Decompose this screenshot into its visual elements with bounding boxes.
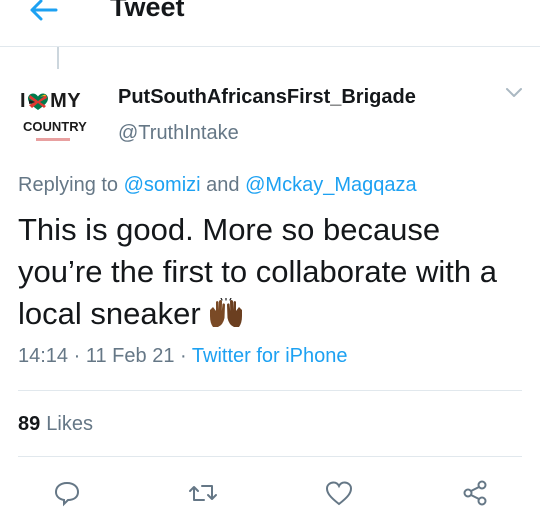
tweet-source-link[interactable]: Twitter for iPhone (192, 345, 348, 367)
avatar-logo-subtext: COUNTRY (23, 119, 87, 134)
tweet-meta: 14:14 · 11 Feb 21 · Twitter for iPhone (18, 345, 348, 368)
tweet-text: This is good. More so because you’re the… (18, 212, 498, 331)
heart-flag-icon (28, 93, 49, 110)
reply-icon[interactable] (52, 478, 82, 508)
page-title: Tweet (110, 0, 185, 22)
likes-stat[interactable]: 89 Likes (18, 413, 93, 436)
avatar-logo-letter: I (20, 90, 27, 112)
tweet-date: 11 Feb 21 (85, 345, 175, 367)
thread-connector (57, 47, 59, 69)
chevron-down-icon[interactable] (505, 87, 523, 99)
meta-separator: · (180, 345, 187, 367)
mention-link[interactable]: @Mckay_Magqaza (245, 174, 416, 196)
divider (18, 390, 522, 391)
like-heart-icon[interactable] (324, 478, 354, 508)
likes-label: Likes (46, 413, 93, 435)
raising-hands-emoji-icon (209, 298, 242, 327)
divider (18, 456, 522, 457)
author-handle[interactable]: @TruthIntake (118, 122, 239, 145)
avatar-logo-word: MY (50, 90, 82, 112)
replying-to-conjunction: and (206, 174, 240, 196)
replying-to: Replying to @somizi and @Mckay_Magqaza (18, 174, 417, 197)
arrow-left-icon[interactable] (22, 0, 62, 30)
replying-to-label: Replying to (18, 174, 119, 196)
top-bar: Tweet (0, 0, 540, 47)
retweet-icon[interactable] (188, 478, 218, 508)
tweet-body: This is good. More so because you’re the… (18, 209, 528, 335)
avatar-logo-text: I MY (20, 90, 81, 113)
mention-link[interactable]: @somizi (124, 174, 201, 196)
meta-separator: · (73, 345, 81, 367)
likes-count: 89 (18, 413, 41, 435)
tweet-time: 14:14 (18, 345, 69, 367)
avatar-logo-underline (36, 138, 70, 141)
avatar[interactable]: I MY COUNTRY (18, 84, 102, 148)
author-display-name[interactable]: PutSouthAfricansFirst_Brigade (118, 86, 416, 109)
share-icon[interactable] (460, 478, 490, 508)
